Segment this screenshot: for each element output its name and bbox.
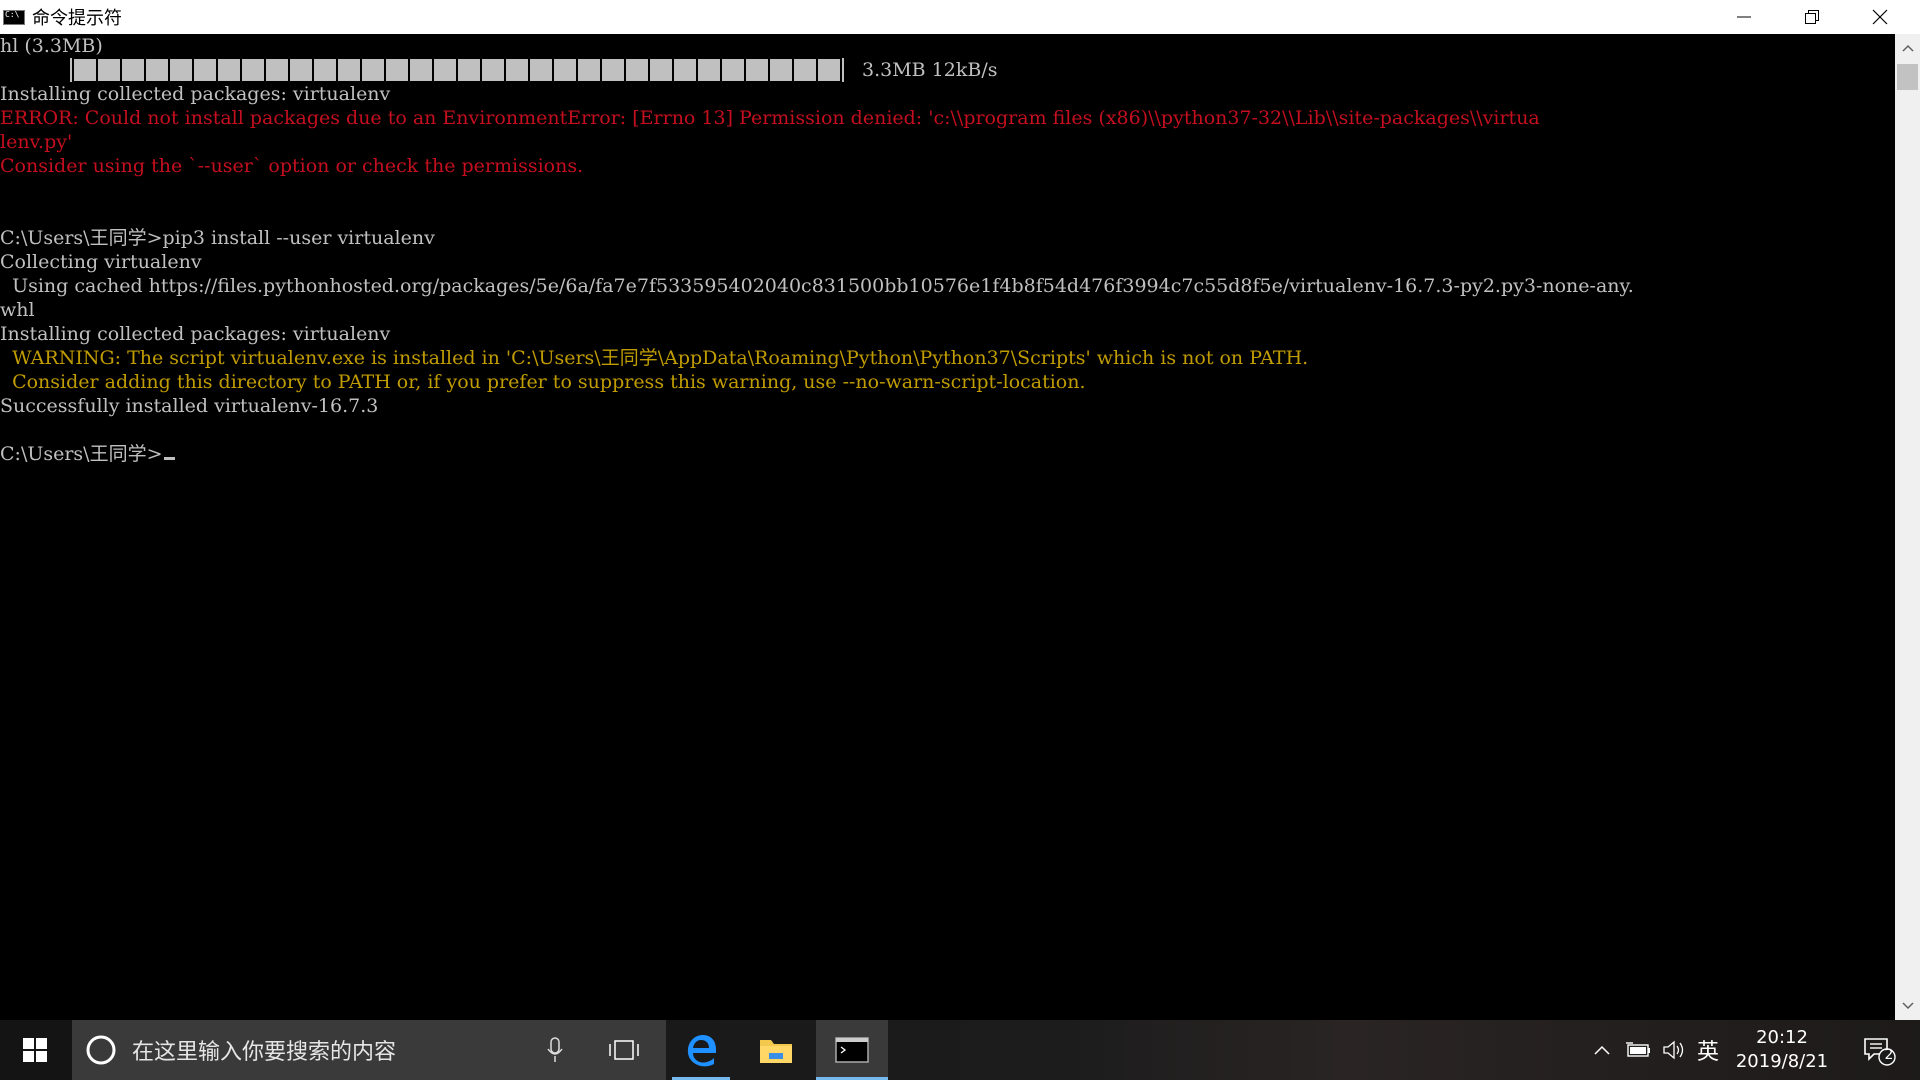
progress-block (98, 59, 120, 81)
console-output[interactable]: hl (3.3MB) 3.3MB 12kB/s Installing colle… (0, 34, 1895, 1020)
progress-block (626, 59, 648, 81)
task-view-icon (609, 1040, 639, 1060)
progress-block (506, 59, 528, 81)
taskbar-app-edge[interactable] (670, 1020, 732, 1080)
minimize-icon (1737, 16, 1751, 18)
notification-count-badge: 2 (1884, 1047, 1894, 1063)
console-line: Installing collected packages: virtualen… (0, 323, 391, 345)
volume-icon (1663, 1040, 1684, 1060)
prompt-line[interactable]: C:\Users\王同学> (0, 442, 175, 466)
progress-block (362, 59, 384, 81)
progress-block (650, 59, 672, 81)
volume-button[interactable] (1658, 1020, 1690, 1080)
progress-block (602, 59, 624, 81)
close-button[interactable] (1846, 0, 1914, 34)
error-line: Consider using the `--user` option or ch… (0, 155, 584, 177)
scroll-up-button[interactable] (1895, 36, 1920, 60)
warning-line: Consider adding this directory to PATH o… (0, 371, 1086, 393)
prompt-text: C:\Users\王同学> (0, 443, 163, 465)
progress-block (554, 59, 576, 81)
microphone-icon[interactable] (547, 1037, 563, 1063)
progress-block (722, 59, 744, 81)
progress-block (698, 59, 720, 81)
progress-block (266, 59, 288, 81)
progress-block (530, 59, 552, 81)
progress-block (74, 59, 96, 81)
progress-block (194, 59, 216, 81)
chevron-up-icon (1594, 1045, 1610, 1055)
download-rate: 3.3MB 12kB/s (862, 59, 998, 81)
edge-icon (687, 1035, 716, 1067)
progress-block (482, 59, 504, 81)
error-line: lenv.py' (0, 131, 73, 153)
command-line: C:\Users\王同学>pip3 install --user virtual… (0, 227, 435, 249)
search-placeholder: 在这里输入你要搜索的内容 (132, 1040, 397, 1065)
vertical-scrollbar[interactable] (1895, 34, 1920, 1020)
show-hidden-icons-button[interactable] (1588, 1020, 1616, 1080)
start-button[interactable] (0, 1020, 70, 1080)
scroll-down-button[interactable] (1895, 994, 1920, 1018)
progress-block (794, 59, 816, 81)
progress-block (770, 59, 792, 81)
taskbar-app-cmd[interactable] (816, 1020, 888, 1080)
progress-block (218, 59, 240, 81)
progress-block (458, 59, 480, 81)
console-line: hl (3.3MB) (0, 35, 103, 57)
battery-power-icon (1626, 1042, 1650, 1057)
chevron-up-icon (1901, 44, 1914, 52)
file-explorer-icon (760, 1040, 792, 1063)
clock-date: 2019/8/21 (1735, 1051, 1829, 1072)
window-title: 命令提示符 (32, 8, 122, 29)
clock[interactable]: 20:12 2019/8/21 (1718, 1026, 1846, 1074)
progress-block (818, 59, 840, 81)
progress-block (386, 59, 408, 81)
start-icon (23, 1038, 47, 1062)
progress-block (338, 59, 360, 81)
minimize-button[interactable] (1710, 0, 1778, 34)
warning-line: WARNING: The script virtualenv.exe is in… (0, 347, 1309, 369)
progress-block (122, 59, 144, 81)
taskbar: 在这里输入你要搜索的内容 英 20:12 2019/8/21 2 (0, 1020, 1920, 1080)
console-line: Collecting virtualenv (0, 251, 202, 273)
restore-icon (1805, 10, 1819, 24)
search-box[interactable]: 在这里输入你要搜索的内容 (72, 1020, 666, 1080)
clock-time: 20:12 (1756, 1027, 1808, 1048)
error-line: ERROR: Could not install packages due to… (0, 107, 1540, 129)
text-cursor (163, 457, 175, 460)
cmd-icon (3, 9, 25, 25)
task-view-button[interactable] (594, 1020, 654, 1080)
chevron-down-icon (1901, 1002, 1914, 1010)
console-line: Successfully installed virtualenv-16.7.3 (0, 395, 379, 417)
progress-block (746, 59, 768, 81)
progress-block (410, 59, 432, 81)
taskbar-app-file-explorer[interactable] (745, 1020, 807, 1080)
progress-block (170, 59, 192, 81)
progress-block (674, 59, 696, 81)
window-title-bar[interactable]: 命令提示符 (0, 0, 1920, 34)
console-line: whl (0, 299, 35, 321)
scrollbar-thumb[interactable] (1897, 64, 1918, 90)
cmd-icon (835, 1037, 869, 1063)
progress-block (146, 59, 168, 81)
restore-button[interactable] (1778, 0, 1846, 34)
progress-block (242, 59, 264, 81)
download-progress-bar: 3.3MB 12kB/s (70, 58, 997, 82)
console-line: Installing collected packages: virtualen… (0, 83, 391, 105)
power-tray-button[interactable] (1622, 1020, 1654, 1080)
progress-block (314, 59, 336, 81)
console-line: Using cached https://files.pythonhosted.… (0, 275, 1634, 297)
progress-block (578, 59, 600, 81)
close-icon (1872, 9, 1888, 25)
progress-block (290, 59, 312, 81)
action-center-button[interactable]: 2 (1854, 1020, 1904, 1080)
progress-block (434, 59, 456, 81)
cortana-icon (86, 1035, 116, 1065)
